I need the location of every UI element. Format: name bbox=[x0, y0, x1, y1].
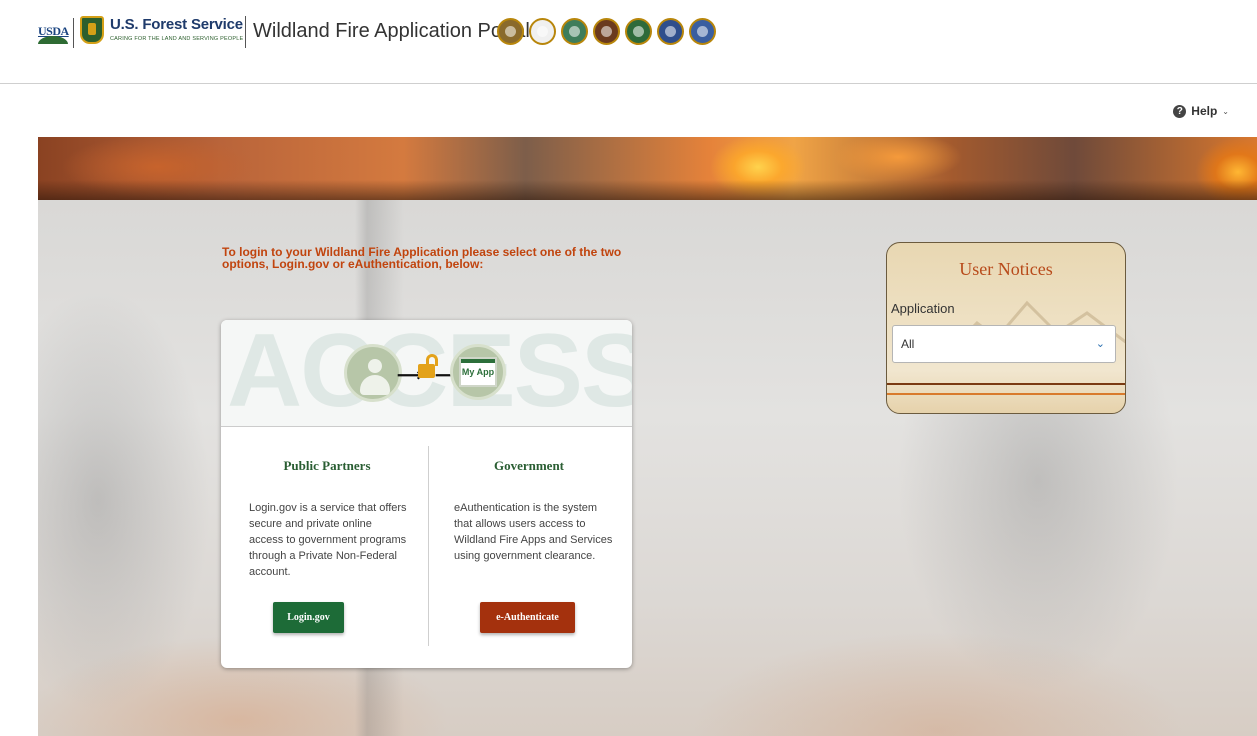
chevron-down-icon: ⌄ bbox=[1222, 106, 1229, 116]
access-card: ACCESS ⟶ ⟶ My App Public Partners Login.… bbox=[221, 320, 632, 668]
application-select[interactable]: All ⌄ bbox=[892, 325, 1116, 363]
header-divider bbox=[245, 16, 246, 48]
application-label: Application bbox=[891, 301, 955, 316]
forest-service-shield-icon[interactable] bbox=[80, 16, 104, 44]
notice-divider bbox=[887, 393, 1125, 395]
question-circle-icon: ? bbox=[1173, 104, 1187, 118]
site-header: USDA U.S. Forest Service CARING FOR THE … bbox=[0, 0, 1257, 84]
notice-divider bbox=[887, 383, 1125, 385]
public-partners-description: Login.gov is a service that offers secur… bbox=[249, 502, 407, 578]
help-menu[interactable]: ? Help ⌄ bbox=[1173, 104, 1229, 118]
app-label: My App bbox=[461, 367, 495, 377]
column-divider bbox=[428, 446, 429, 646]
eagle-seal-icon bbox=[529, 18, 556, 45]
chevron-down-icon: ⌄ bbox=[1095, 338, 1105, 350]
fire-banner bbox=[38, 137, 1257, 200]
portal-title[interactable]: Wildland Fire Application Portal bbox=[253, 20, 530, 43]
fws-seal-icon bbox=[689, 18, 716, 45]
forest-seal-icon bbox=[625, 18, 652, 45]
app-window-icon: My App bbox=[450, 344, 506, 400]
application-select-value: All bbox=[901, 337, 915, 351]
header-divider bbox=[73, 18, 74, 48]
login-gov-button[interactable]: Login.gov bbox=[273, 602, 344, 633]
public-partners-title: Public Partners bbox=[283, 458, 371, 473]
government-description: eAuthentication is the system that allow… bbox=[454, 502, 613, 562]
agency-seals bbox=[497, 18, 716, 45]
agency-tagline: CARING FOR THE LAND AND SERVING PEOPLE bbox=[110, 36, 244, 42]
agency-name[interactable]: U.S. Forest Service bbox=[110, 16, 243, 33]
e-authenticate-button[interactable]: e-Authenticate bbox=[480, 602, 575, 633]
access-illustration: ACCESS ⟶ ⟶ My App bbox=[221, 320, 632, 427]
nps-seal-icon bbox=[593, 18, 620, 45]
dod-seal-icon bbox=[657, 18, 684, 45]
government-title: Government bbox=[493, 458, 565, 473]
user-notices-panel: User Notices Application All ⌄ bbox=[886, 242, 1126, 414]
blm-seal-icon bbox=[561, 18, 588, 45]
login-instructions: To login to your Wildland Fire Applicati… bbox=[222, 245, 622, 271]
bia-seal-icon bbox=[497, 18, 524, 45]
unlock-icon bbox=[418, 354, 438, 378]
user-icon bbox=[344, 344, 402, 402]
help-label: Help bbox=[1191, 104, 1218, 118]
user-notices-title: User Notices bbox=[959, 259, 1053, 279]
